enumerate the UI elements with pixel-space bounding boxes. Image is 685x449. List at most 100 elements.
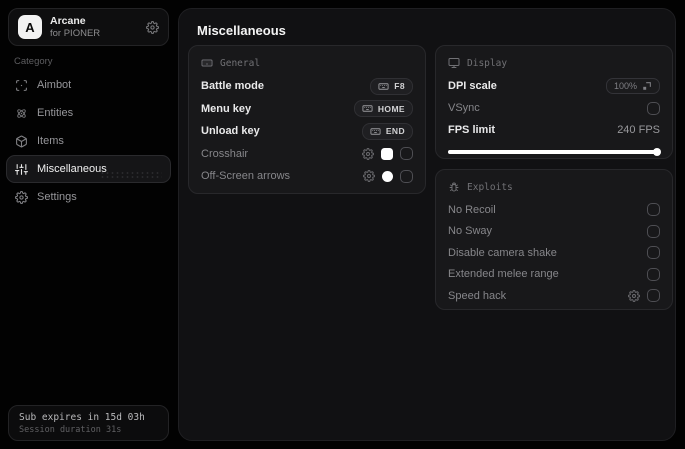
monitor-icon bbox=[448, 57, 460, 69]
sidebar-item-items[interactable]: Items bbox=[6, 127, 171, 155]
category-label: Category bbox=[14, 56, 53, 67]
setting-label: Off-Screen arrows bbox=[201, 170, 291, 183]
fps-limit-slider[interactable] bbox=[448, 147, 661, 156]
keybind-button-unload-key[interactable]: END bbox=[361, 122, 413, 140]
section-title: Display bbox=[467, 57, 508, 69]
setting-label: DPI scale bbox=[448, 80, 497, 93]
setting-label: Speed hack bbox=[448, 289, 507, 302]
display-card-header: Display bbox=[448, 56, 660, 70]
setting-row-menu-key: Menu key HOME bbox=[201, 98, 413, 121]
section-title: Exploits bbox=[467, 181, 513, 193]
app-logo: A bbox=[18, 15, 42, 39]
session-duration-text: Session duration 31s bbox=[19, 424, 122, 435]
sidebar-item-aimbot[interactable]: Aimbot bbox=[6, 71, 171, 99]
app-meta: Arcane for PIONER bbox=[50, 15, 138, 40]
display-card: Display DPI scale 100% VSync FPS limit 2… bbox=[435, 45, 673, 159]
no-sway-checkbox[interactable] bbox=[647, 224, 660, 238]
sidebar-item-settings[interactable]: Settings bbox=[6, 183, 171, 211]
app-subtitle: for PIONER bbox=[50, 27, 101, 39]
gear-icon[interactable] bbox=[628, 289, 640, 302]
setting-label: Disable camera shake bbox=[448, 246, 557, 259]
sidebar-item-label: Miscellaneous bbox=[37, 163, 107, 175]
no-recoil-checkbox[interactable] bbox=[647, 203, 660, 217]
keybind-value: F8 bbox=[394, 81, 405, 92]
keyboard-icon bbox=[370, 126, 381, 137]
sidebar-nav: Aimbot Entities Items Miscellaneous Sett… bbox=[6, 71, 171, 211]
keybind-value: HOME bbox=[377, 103, 405, 114]
fps-limit-value: 240 FPS bbox=[617, 123, 660, 136]
app-window: A Arcane for PIONER Category Aimbot Enti… bbox=[0, 0, 685, 449]
setting-row-no-sway: No Sway bbox=[448, 221, 660, 243]
section-title: General bbox=[220, 57, 261, 69]
setting-label: Battle mode bbox=[201, 80, 264, 93]
setting-label: Extended melee range bbox=[448, 268, 559, 281]
dpi-scale-button[interactable]: 100% bbox=[605, 78, 660, 95]
setting-row-dpi-scale: DPI scale 100% bbox=[448, 75, 660, 98]
general-card-header: General bbox=[201, 56, 413, 70]
color-swatch[interactable] bbox=[382, 170, 393, 182]
keybind-value: END bbox=[385, 126, 405, 137]
setting-label: Crosshair bbox=[201, 147, 249, 160]
setting-label: VSync bbox=[448, 102, 480, 115]
keybind-button-battle-mode[interactable]: F8 bbox=[370, 77, 413, 95]
scan-icon bbox=[15, 79, 28, 92]
box-icon bbox=[15, 135, 28, 148]
sliders-icon bbox=[15, 163, 28, 176]
setting-row-speed-hack: Speed hack bbox=[448, 285, 660, 307]
setting-row-crosshair: Crosshair bbox=[201, 143, 413, 166]
sidebar: A Arcane for PIONER Category Aimbot Enti… bbox=[0, 0, 178, 449]
main-panel: Miscellaneous General Battle mode F8 Men… bbox=[178, 8, 676, 441]
exploits-rows: No Recoil No Sway Disable camera shake E… bbox=[448, 199, 660, 307]
gear-icon[interactable] bbox=[146, 20, 159, 34]
gear-icon bbox=[15, 190, 28, 204]
setting-label: No Recoil bbox=[448, 203, 496, 216]
setting-row-vsync: VSync bbox=[448, 98, 660, 120]
setting-row-unload-key: Unload key END bbox=[201, 120, 413, 143]
scale-icon bbox=[642, 81, 652, 91]
disable-camera-shake-checkbox[interactable] bbox=[647, 246, 660, 260]
subscription-card: Sub expires in 15d 03h Session duration … bbox=[8, 405, 169, 441]
crosshair-checkbox[interactable] bbox=[400, 147, 413, 161]
exploits-card: Exploits No Recoil No Sway Disable camer… bbox=[435, 169, 673, 310]
setting-label: Unload key bbox=[201, 125, 260, 138]
general-rows: Battle mode F8 Menu key HOME Unload key … bbox=[201, 75, 413, 188]
setting-row-fps-limit: FPS limit 240 FPS bbox=[448, 119, 660, 141]
sub-expiry-text: Sub expires in 15d 03h bbox=[19, 411, 145, 423]
sidebar-item-entities[interactable]: Entities bbox=[6, 99, 171, 127]
offscreen-arrows-checkbox[interactable] bbox=[400, 169, 413, 183]
page-title: Miscellaneous bbox=[197, 23, 286, 38]
sidebar-item-label: Aimbot bbox=[37, 79, 72, 91]
bug-icon bbox=[448, 181, 460, 193]
slider-knob[interactable] bbox=[653, 147, 661, 156]
app-name: Arcane bbox=[50, 14, 86, 27]
setting-label: FPS limit bbox=[448, 123, 496, 136]
sidebar-item-label: Settings bbox=[37, 191, 77, 203]
fps-slider-fill bbox=[448, 149, 660, 154]
keyboard-icon bbox=[378, 81, 389, 92]
gear-icon[interactable] bbox=[362, 147, 374, 160]
keyboard-icon bbox=[201, 57, 213, 69]
setting-row-offscreen-arrows: Off-Screen arrows bbox=[201, 165, 413, 188]
dpi-scale-value: 100% bbox=[613, 81, 637, 92]
setting-row-extended-melee-range: Extended melee range bbox=[448, 264, 660, 286]
setting-label: Menu key bbox=[201, 102, 252, 115]
setting-row-battle-mode: Battle mode F8 bbox=[201, 75, 413, 98]
sidebar-item-label: Items bbox=[37, 135, 64, 147]
gear-icon[interactable] bbox=[363, 170, 375, 183]
setting-row-no-recoil: No Recoil bbox=[448, 199, 660, 221]
keyboard-icon bbox=[362, 103, 373, 114]
sidebar-item-miscellaneous[interactable]: Miscellaneous bbox=[6, 155, 171, 183]
extended-melee-range-checkbox[interactable] bbox=[647, 267, 660, 281]
speed-hack-checkbox[interactable] bbox=[647, 289, 660, 303]
display-rows: DPI scale 100% VSync FPS limit 240 FPS bbox=[448, 75, 661, 156]
general-card: General Battle mode F8 Menu key HOME Unl… bbox=[188, 45, 426, 194]
atom-icon bbox=[15, 107, 28, 120]
color-swatch[interactable] bbox=[381, 147, 393, 160]
sidebar-item-label: Entities bbox=[37, 107, 74, 119]
exploits-card-header: Exploits bbox=[448, 180, 660, 194]
setting-row-disable-camera-shake: Disable camera shake bbox=[448, 242, 660, 264]
setting-label: No Sway bbox=[448, 225, 493, 238]
dots-decoration bbox=[100, 171, 162, 180]
vsync-checkbox[interactable] bbox=[647, 101, 660, 115]
keybind-button-menu-key[interactable]: HOME bbox=[353, 100, 413, 118]
